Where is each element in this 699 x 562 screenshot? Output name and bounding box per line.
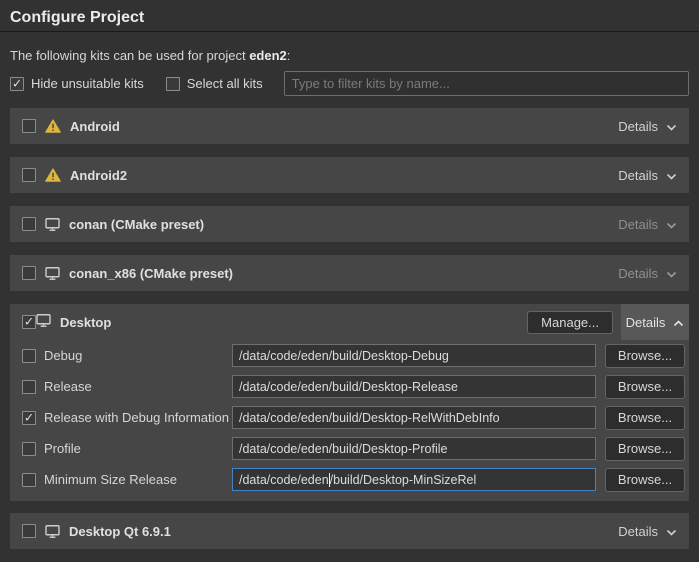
kit-desktop-checkbox[interactable]: ✓ [22,315,36,329]
kit-name: conan_x86 (CMake preset) [69,266,233,281]
kit-row-conan-x86: ✓ conan_x86 (CMake preset) Details [10,255,689,291]
configure-project-page: Configure Project The following kits can… [0,0,699,562]
select-all-kits-option: ✓ Select all kits [166,76,263,91]
config-label: Release [44,379,232,394]
chevron-down-icon [666,266,677,281]
kit-conan-x86-details-button: Details [616,255,679,291]
kit-list: ✓ Android Details ✓ Android2 Details [10,108,689,549]
chevron-down-icon [666,524,677,539]
kit-row-android: ✓ Android Details [10,108,689,144]
config-release-checkbox[interactable]: ✓ [22,380,36,394]
build-config-row-debug: ✓ Debug Browse... [10,340,689,371]
kit-panel-desktop: ✓ Desktop Manage... Details ✓ Debug Brow… [10,304,689,501]
kit-android-checkbox[interactable]: ✓ [22,119,36,133]
kit-android-details-button[interactable]: Details [616,108,679,144]
config-minsizerel-checkbox[interactable]: ✓ [22,473,36,487]
kit-name: Desktop Qt 6.9.1 [69,524,171,539]
kit-conan-checkbox[interactable]: ✓ [22,217,36,231]
config-profile-browse-button[interactable]: Browse... [605,437,685,461]
kit-desktop-qt-checkbox[interactable]: ✓ [22,524,36,538]
chevron-down-icon [666,119,677,134]
project-name: eden2 [249,48,287,63]
warning-icon [45,119,61,133]
kit-row-desktop: ✓ Desktop Manage... Details [10,304,689,340]
chevron-down-icon [666,168,677,183]
hide-unsuitable-kits-label: Hide unsuitable kits [31,76,144,91]
chevron-up-icon [673,315,684,330]
config-release-browse-button[interactable]: Browse... [605,375,685,399]
kit-conan-details-button: Details [616,206,679,242]
kit-row-android2: ✓ Android2 Details [10,157,689,193]
config-label: Profile [44,441,232,456]
config-label: Minimum Size Release [44,472,232,487]
kit-name: Desktop [60,315,111,330]
config-label: Debug [44,348,232,363]
build-config-row-minsizerel: ✓ Minimum Size Release /data/code/eden/b… [10,464,689,495]
kit-row-conan: ✓ conan (CMake preset) Details [10,206,689,242]
build-config-row-relwithdebinfo: ✓ Release with Debug Information Browse.… [10,402,689,433]
desktop-monitor-icon [45,267,60,280]
config-relwithdebinfo-checkbox[interactable]: ✓ [22,411,36,425]
config-profile-path-input[interactable] [232,437,596,460]
page-title: Configure Project [0,0,699,31]
desktop-monitor-icon [45,218,60,231]
checkmark-icon: ✓ [12,77,22,89]
kit-desktop-details-button[interactable]: Details [621,304,689,340]
kit-android2-checkbox[interactable]: ✓ [22,168,36,182]
build-config-row-profile: ✓ Profile Browse... [10,433,689,464]
kit-name: Android2 [70,168,127,183]
desktop-monitor-icon [36,314,51,330]
config-minsizerel-path-input[interactable]: /data/code/eden/build/Desktop-MinSizeRel [232,468,596,491]
title-separator [0,31,699,32]
warning-icon [45,168,61,182]
config-debug-browse-button[interactable]: Browse... [605,344,685,368]
select-all-kits-label: Select all kits [187,76,263,91]
kit-desktop-qt-details-button[interactable]: Details [616,513,679,549]
kit-conan-x86-checkbox[interactable]: ✓ [22,266,36,280]
hide-unsuitable-kits-option: ✓ Hide unsuitable kits [10,76,144,91]
build-config-row-release: ✓ Release Browse... [10,371,689,402]
kit-filter-toolbar: ✓ Hide unsuitable kits ✓ Select all kits [10,71,689,96]
config-relwithdebinfo-path-input[interactable] [232,406,596,429]
config-debug-path-input[interactable] [232,344,596,367]
manage-kits-button[interactable]: Manage... [527,311,613,334]
config-profile-checkbox[interactable]: ✓ [22,442,36,456]
config-relwithdebinfo-browse-button[interactable]: Browse... [605,406,685,430]
config-minsizerel-browse-button[interactable]: Browse... [605,468,685,492]
kit-name: conan (CMake preset) [69,217,204,232]
kit-name: Android [70,119,120,134]
intro-text: The following kits can be used for proje… [10,48,689,63]
config-release-path-input[interactable] [232,375,596,398]
kit-android2-details-button[interactable]: Details [616,157,679,193]
select-all-kits-checkbox[interactable]: ✓ [166,77,180,91]
kit-row-desktop-qt: ✓ Desktop Qt 6.9.1 Details [10,513,689,549]
chevron-down-icon [666,217,677,232]
config-debug-checkbox[interactable]: ✓ [22,349,36,363]
config-label: Release with Debug Information [44,410,232,425]
desktop-monitor-icon [45,525,60,538]
hide-unsuitable-kits-checkbox[interactable]: ✓ [10,77,24,91]
kit-filter-input[interactable] [284,71,689,96]
